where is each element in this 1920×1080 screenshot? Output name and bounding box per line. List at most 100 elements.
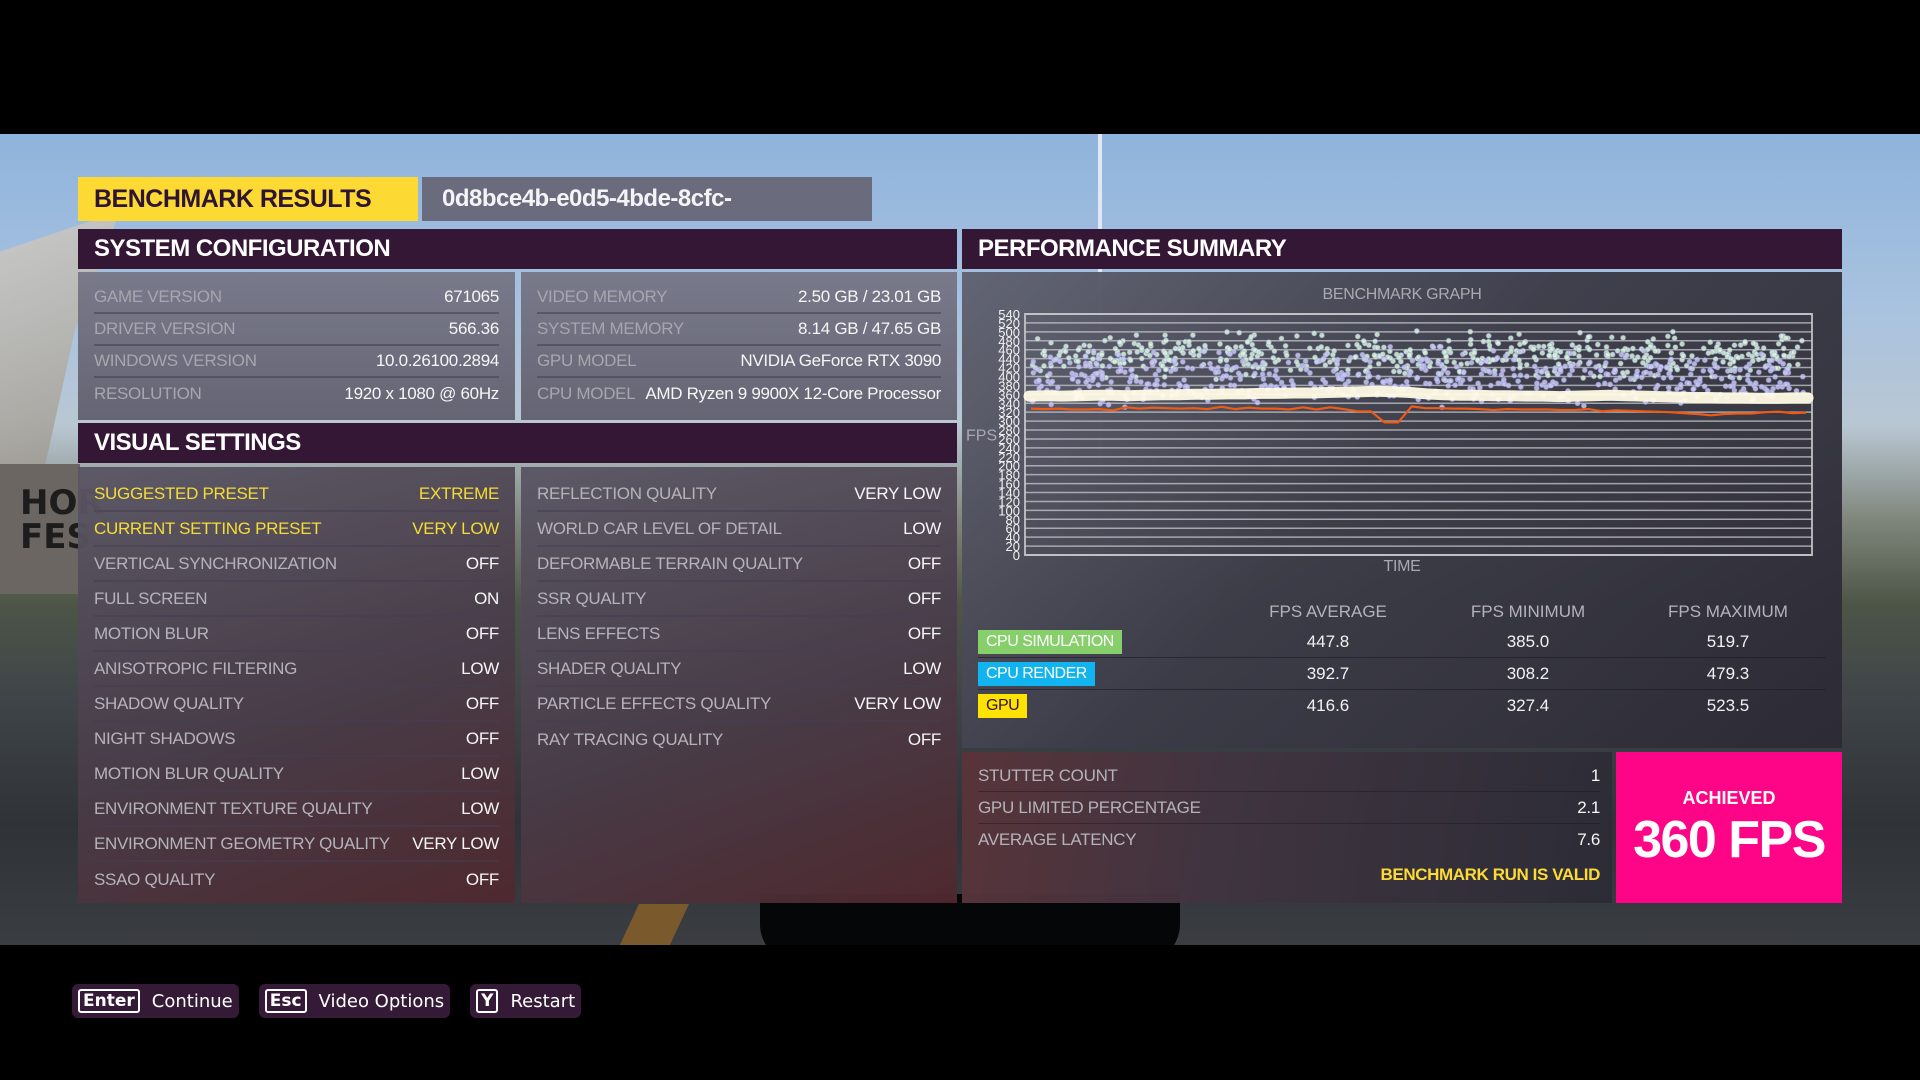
scatter-point: [1530, 346, 1537, 353]
scatter-point: [1581, 367, 1588, 374]
scatter-point: [1716, 346, 1723, 353]
scatter-point: [1679, 375, 1686, 382]
scatter-point: [1643, 369, 1650, 376]
scatter-point: [1436, 343, 1443, 350]
scatter-point: [1711, 360, 1718, 367]
visual-setting-row: REFLECTION QUALITY VERY LOW: [537, 477, 941, 512]
visual-setting-label: SHADOW QUALITY: [94, 693, 244, 713]
scatter-point: [1342, 381, 1349, 388]
scatter-point: [1181, 377, 1188, 384]
scatter-point: [1568, 363, 1575, 370]
scatter-point: [1216, 341, 1223, 348]
scatter-point: [1700, 345, 1707, 352]
scatter-point: [1075, 363, 1082, 370]
scatter-point: [1640, 347, 1647, 354]
restart-button[interactable]: Y Restart: [470, 984, 582, 1018]
scatter-point: [1602, 359, 1609, 366]
scatter-point: [1231, 382, 1238, 389]
scatter-point: [1075, 378, 1082, 385]
continue-button[interactable]: Enter Continue: [72, 984, 239, 1018]
visual-setting-label: SSAO QUALITY: [94, 869, 216, 889]
scatter-point: [1172, 345, 1179, 352]
fps-table-row: CPU RENDER 392.7 308.2 479.3: [978, 658, 1826, 690]
performance-summary-header: PERFORMANCE SUMMARY: [962, 229, 1842, 269]
scatter-point: [1453, 363, 1460, 370]
scatter-point: [1607, 381, 1614, 388]
scatter-point: [1468, 359, 1475, 366]
scatter-point: [1406, 371, 1413, 378]
scatter-point: [1129, 372, 1136, 379]
fps-minimum-header: FPS MINIMUM: [1470, 602, 1586, 621]
scatter-point: [1303, 366, 1310, 373]
scatter-point: [1054, 384, 1061, 391]
fps-average-header: FPS AVERAGE: [1269, 602, 1387, 621]
scatter-point: [1455, 375, 1462, 382]
scatter-point: [1598, 367, 1605, 374]
benchmark-graph: 0204060801001201401601802002202402602803…: [966, 307, 1814, 563]
scatter-point: [1780, 352, 1787, 359]
footer-button-bar: Enter Continue Esc Video Options Y Resta…: [72, 984, 582, 1018]
visual-setting-value: LOW: [461, 763, 499, 783]
achieved-fps-badge: ACHIEVED 360 FPS: [1616, 752, 1842, 903]
scatter-point: [1375, 374, 1382, 381]
scatter-point: [1668, 374, 1675, 381]
scatter-point: [1551, 352, 1558, 359]
scatter-point: [1652, 348, 1659, 355]
system-config-right-panel: VIDEO MEMORY 2.50 GB / 23.01 GB SYSTEM MEM…: [521, 272, 957, 420]
scatter-point: [1731, 342, 1738, 349]
scatter-point: [1543, 384, 1550, 391]
scatter-point: [1560, 377, 1567, 384]
scatter-point: [1371, 352, 1378, 359]
scatter-point: [1701, 383, 1708, 390]
scatter-point: [1575, 361, 1582, 368]
scatter-point: [1047, 360, 1054, 367]
scatter-point: [1580, 375, 1587, 382]
system-config-row: CPU MODEL AMD Ryzen 9 9900X 12-Core Proce…: [537, 378, 941, 410]
scatter-point: [1531, 363, 1538, 370]
system-config-row: SYSTEM MEMORY 8.14 GB / 47.65 GB: [537, 314, 941, 346]
scatter-point: [1616, 374, 1623, 381]
scatter-point: [1785, 366, 1792, 373]
scatter-point: [1664, 333, 1671, 340]
system-config-label: CPU MODEL: [537, 384, 636, 403]
scatter-point: [1627, 376, 1634, 383]
visual-setting-row: SHADER QUALITY LOW: [537, 652, 941, 687]
scatter-point: [1099, 362, 1106, 369]
scatter-point: [1201, 342, 1208, 349]
visual-setting-label: MOTION BLUR QUALITY: [94, 763, 284, 783]
scatter-point: [1387, 343, 1394, 350]
video-options-button[interactable]: Esc Video Options: [258, 984, 451, 1018]
scatter-point: [1283, 352, 1290, 359]
scatter-point: [1117, 367, 1124, 374]
scatter-point: [1760, 345, 1767, 352]
scatter-point: [1381, 356, 1388, 363]
scatter-point: [1440, 367, 1447, 374]
visual-setting-value: LOW: [903, 518, 941, 538]
visual-setting-row: VERTICAL SYNCHRONIZATION OFF: [94, 547, 499, 582]
y-key-icon: Y: [476, 989, 499, 1013]
scatter-point: [1722, 383, 1729, 390]
scatter-point: [1154, 377, 1161, 384]
system-config-label: RESOLUTION: [94, 384, 202, 403]
scatter-point: [1184, 364, 1191, 371]
scatter-point: [1780, 360, 1787, 367]
scatter-point: [1515, 378, 1522, 385]
visual-setting-value: OFF: [465, 623, 499, 643]
scatter-point: [1743, 364, 1750, 371]
scatter-point: [1498, 371, 1505, 378]
scatter-point: [1762, 364, 1769, 371]
scatter-point: [1782, 335, 1789, 342]
visual-setting-value: OFF: [465, 693, 499, 713]
scatter-point: [1680, 353, 1687, 360]
scatter-point: [1248, 355, 1255, 362]
visual-setting-value: VERY LOW: [854, 693, 941, 713]
scatter-point: [1452, 382, 1459, 389]
scatter-point: [1112, 345, 1119, 352]
system-config-label: VIDEO MEMORY: [537, 287, 668, 306]
scatter-point: [1413, 328, 1420, 335]
performance-summary-panel: BENCHMARK GRAPH 0 20 40 60 80 100 120 140 160 180…: [962, 272, 1842, 748]
visual-setting-row: DEFORMABLE TERRAIN QUALITY OFF: [537, 547, 941, 582]
scatter-point: [1426, 380, 1433, 387]
system-config-row: DRIVER VERSION 566.36: [94, 314, 499, 346]
scatter-point: [1669, 328, 1676, 335]
